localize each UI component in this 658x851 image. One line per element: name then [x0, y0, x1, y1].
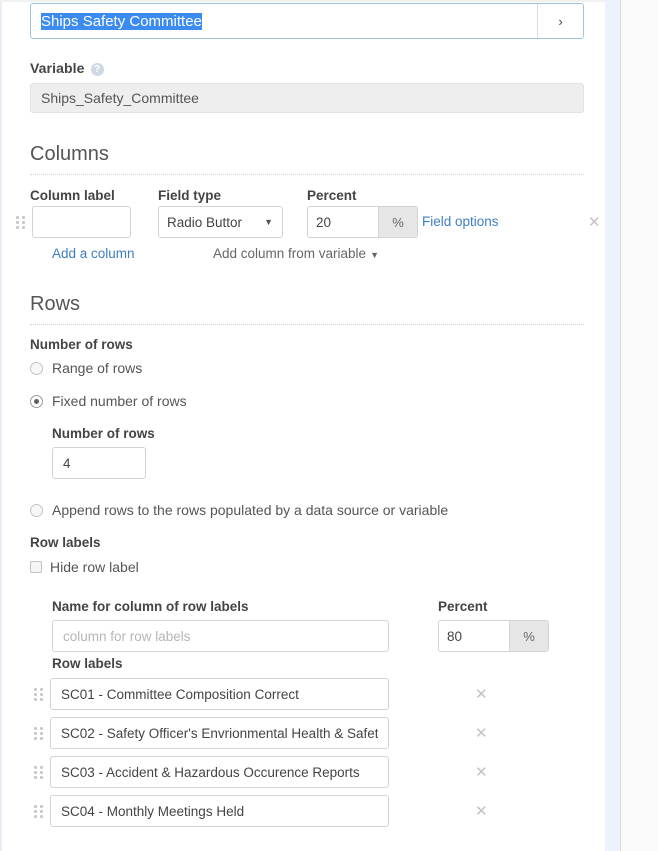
row-labels-group-label: Row labels	[30, 535, 101, 550]
caret-down-icon: ▼	[370, 250, 379, 260]
page-root: › Variable? Ships_Safety_Committee Colum…	[0, 0, 658, 851]
radio-fixed-number-of-rows-indicator[interactable]	[30, 395, 43, 408]
row-label-drag-handle-icon[interactable]	[34, 803, 44, 819]
field-type-header: Field type	[158, 188, 221, 203]
row-label-drag-handle-icon[interactable]	[34, 764, 44, 780]
variable-label-group: Variable?	[30, 60, 104, 76]
columns-divider	[30, 174, 584, 175]
remove-row-label-icon[interactable]: ✕	[475, 804, 488, 819]
radio-append-rows-label: Append rows to the rows populated by a d…	[52, 502, 448, 518]
number-of-rows-group-label: Number of rows	[30, 337, 133, 352]
right-side-pane	[621, 0, 658, 851]
field-options-link[interactable]: Field options	[422, 214, 499, 229]
radio-append-rows-indicator[interactable]	[30, 504, 43, 517]
rows-section-title: Rows	[30, 293, 584, 316]
remove-row-label-icon[interactable]: ✕	[475, 765, 488, 780]
columns-section-header: Columns	[30, 143, 584, 175]
form-content: › Variable? Ships_Safety_Committee Colum…	[0, 0, 605, 851]
radio-range-of-rows-indicator[interactable]	[30, 362, 43, 375]
radio-fixed-number-of-rows[interactable]: Fixed number of rows	[30, 393, 187, 409]
hide-row-label-checkbox[interactable]	[30, 561, 42, 573]
column-label-input[interactable]	[32, 206, 131, 238]
variable-label: Variable	[30, 60, 85, 76]
hide-row-label-text: Hide row label	[50, 559, 139, 575]
row-label-drag-handle-icon[interactable]	[34, 686, 44, 702]
row-label-drag-handle-icon[interactable]	[34, 725, 44, 741]
row-label-input[interactable]	[50, 795, 389, 827]
columns-section-title: Columns	[30, 143, 584, 166]
remove-row-label-icon[interactable]: ✕	[475, 726, 488, 741]
row-percent-unit: %	[509, 621, 548, 651]
name-for-column-label: Name for column of row labels	[52, 599, 249, 614]
radio-range-of-rows[interactable]: Range of rows	[30, 360, 142, 376]
hide-row-label-checkbox-row[interactable]: Hide row label	[30, 559, 139, 575]
number-of-rows-input[interactable]	[52, 447, 146, 479]
question-title-input[interactable]	[31, 4, 537, 38]
add-column-from-variable-link[interactable]: Add column from variable ▼	[213, 246, 379, 261]
row-label-input[interactable]	[50, 756, 389, 788]
question-title-field[interactable]: ›	[30, 3, 584, 39]
radio-fixed-number-of-rows-label: Fixed number of rows	[52, 393, 187, 409]
column-label-header: Column label	[30, 188, 115, 203]
chevron-right-icon[interactable]: ›	[537, 4, 583, 38]
radio-range-of-rows-label: Range of rows	[52, 360, 142, 376]
right-gutter	[605, 0, 620, 851]
row-percent-input[interactable]	[439, 621, 509, 651]
row-labels-list-label: Row labels	[52, 656, 123, 671]
rows-section-header: Rows	[30, 293, 584, 325]
add-a-column-link[interactable]: Add a column	[52, 246, 135, 261]
row-label-input[interactable]	[50, 717, 389, 749]
row-percent-label: Percent	[438, 599, 488, 614]
question-circle-icon[interactable]: ?	[91, 63, 104, 76]
column-percent-unit: %	[378, 207, 417, 237]
rows-divider	[30, 324, 584, 325]
field-type-select[interactable]: Radio Buttor	[158, 206, 283, 238]
percent-header: Percent	[307, 188, 357, 203]
column-percent-group[interactable]: %	[307, 206, 418, 238]
remove-row-label-icon[interactable]: ✕	[475, 687, 488, 702]
column-drag-handle-icon[interactable]	[16, 214, 26, 230]
add-column-from-variable-label: Add column from variable	[213, 246, 366, 261]
field-type-select-wrap: Radio Buttor ▼	[158, 206, 283, 238]
remove-column-icon[interactable]: ✕	[588, 215, 601, 230]
name-for-column-input[interactable]	[52, 620, 389, 652]
number-of-rows-field-label: Number of rows	[52, 426, 155, 441]
row-percent-group[interactable]: %	[438, 620, 549, 652]
row-label-input[interactable]	[50, 678, 389, 710]
radio-append-rows[interactable]: Append rows to the rows populated by a d…	[30, 502, 448, 518]
column-percent-input[interactable]	[308, 207, 378, 237]
variable-value: Ships_Safety_Committee	[30, 83, 584, 113]
